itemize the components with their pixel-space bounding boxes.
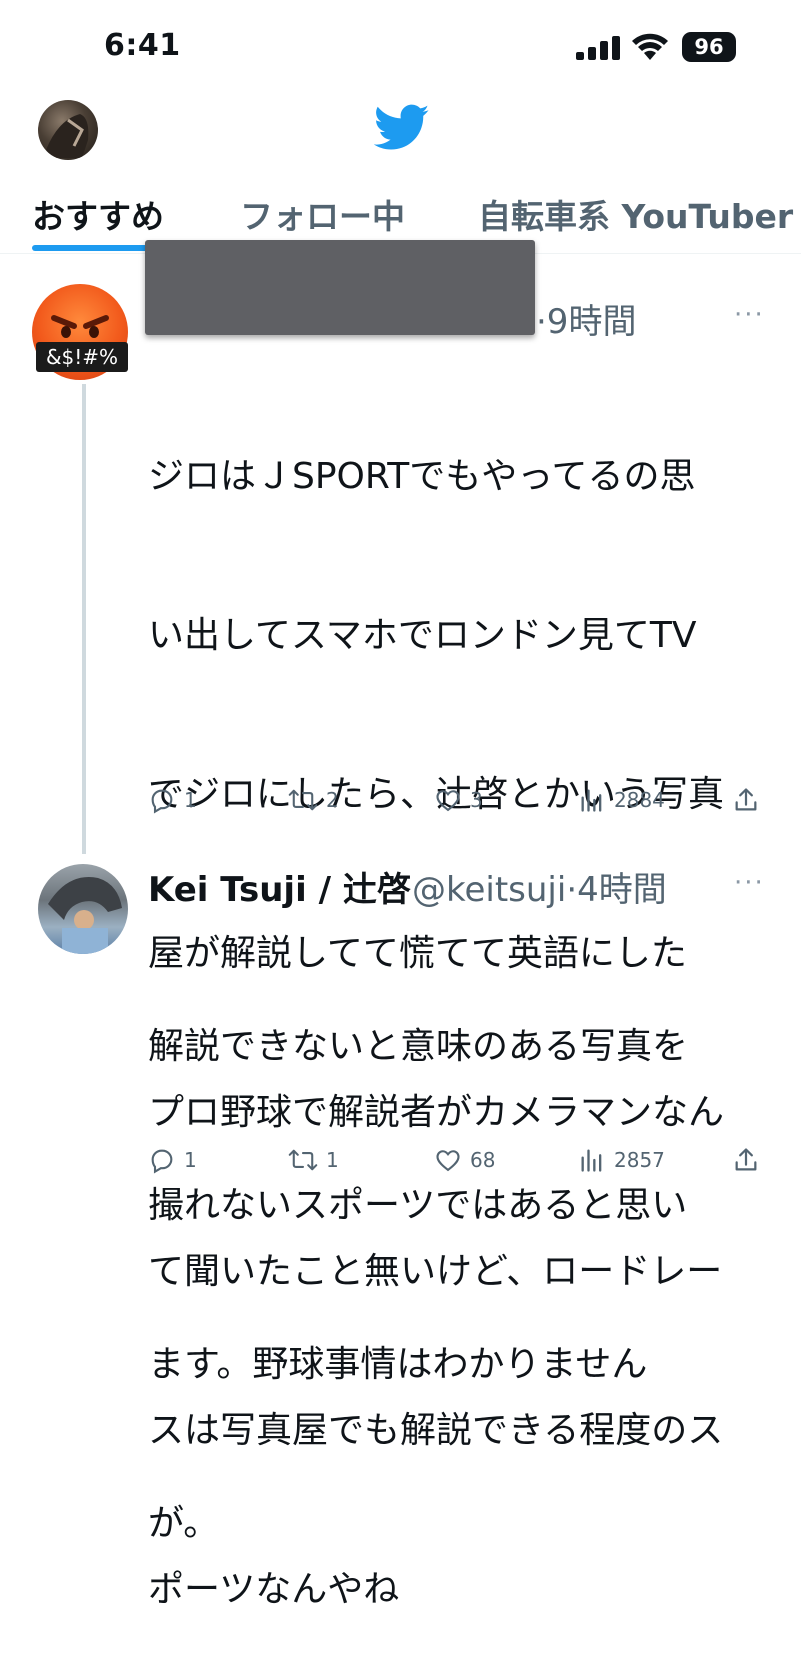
tweet2-more-icon[interactable]: ··· — [734, 868, 765, 898]
retweet-icon — [288, 1149, 318, 1171]
tweet1-more-icon[interactable]: ··· — [734, 300, 765, 330]
tweet1-share-button[interactable] — [732, 786, 760, 814]
tab-following[interactable]: フォロー中 — [240, 190, 405, 238]
status-time: 6:41 — [104, 28, 181, 63]
tweet-line: ます。野球事情はわかりません — [148, 1344, 648, 1385]
reply-count: 1 — [184, 788, 197, 812]
tweet2-text: 解説できないと意味のある写真を 撮れないスポーツではあると思い ます。野球事情は… — [148, 914, 688, 1603]
thread-connector-line — [82, 384, 86, 854]
tweet-line: が。 — [148, 1503, 220, 1544]
share-icon — [735, 788, 757, 811]
tweet2-views-button[interactable]: 2857 — [578, 1146, 665, 1174]
tweet1-reply-button[interactable]: 1 — [148, 786, 197, 814]
tab-recommended[interactable]: おすすめ — [32, 190, 164, 238]
avatar-photo — [48, 877, 122, 954]
tweet2-share-button[interactable] — [732, 1146, 760, 1174]
tweet2-display-name[interactable]: Kei Tsuji / 辻啓 — [148, 862, 411, 911]
share-icon — [735, 1148, 757, 1171]
reply-icon — [151, 789, 173, 814]
view-count: 2884 — [614, 788, 665, 812]
view-count: 2857 — [614, 1148, 665, 1172]
tweet-line: い出してスマホでロンドン見てTV — [148, 615, 697, 656]
tab-cycling-youtuber[interactable]: 自転車系 YouTuber — [478, 190, 793, 238]
tweet1-views-button[interactable]: 2884 — [578, 786, 665, 814]
views-chart-icon — [581, 1149, 602, 1172]
tweet2-handle: @keitsuji — [412, 870, 567, 910]
tweet1-retweet-button[interactable]: 2 — [288, 786, 339, 814]
profile-avatar[interactable] — [38, 100, 98, 160]
views-chart-icon — [581, 789, 602, 812]
heart-icon — [436, 790, 460, 812]
like-count: 3 — [470, 788, 483, 812]
battery-indicator: 96 — [682, 32, 736, 62]
tweet2-timestamp: ·4時間 — [566, 870, 667, 910]
tweet2-reply-button[interactable]: 1 — [148, 1146, 197, 1174]
tweet2-handle-and-time[interactable]: @keitsuji·4時間 — [412, 862, 667, 911]
wifi-icon — [632, 33, 668, 60]
redacted-username-box — [145, 240, 535, 335]
cellular-signal-icon — [576, 36, 620, 60]
twitter-bird-icon[interactable] — [374, 104, 430, 152]
retweet-icon — [288, 789, 318, 811]
tweet-line: 解説できないと意味のある写真を — [148, 1026, 689, 1067]
reply-icon — [151, 1149, 173, 1174]
tweet1-like-button[interactable]: 3 — [434, 786, 483, 814]
like-count: 68 — [470, 1148, 496, 1172]
avatar-symbol-tag: &$!#% — [36, 342, 128, 372]
tweet-line: 撮れないスポーツではあると思い — [148, 1185, 688, 1226]
retweet-count: 1 — [326, 1148, 339, 1172]
tweet2-retweet-button[interactable]: 1 — [288, 1146, 339, 1174]
retweet-count: 2 — [326, 788, 339, 812]
tweet2-avatar[interactable] — [38, 864, 128, 954]
tweet1-timestamp[interactable]: ·9時間 — [536, 294, 636, 343]
heart-icon — [436, 1150, 460, 1172]
reply-count: 1 — [184, 1148, 197, 1172]
tweet2-like-button[interactable]: 68 — [434, 1146, 495, 1174]
tweet-line: ジロはＪSPORTでもやってるの思 — [148, 456, 696, 497]
avatar-image — [46, 114, 89, 158]
